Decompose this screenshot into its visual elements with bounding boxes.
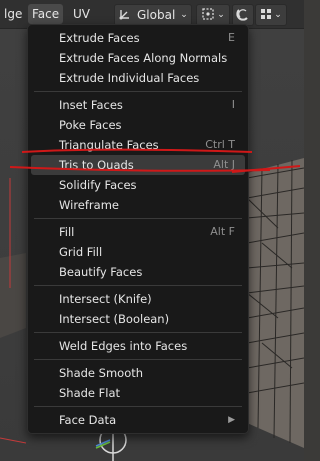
snap-toggle[interactable] (232, 4, 254, 26)
chevron-down-icon: ⌄ (217, 10, 225, 20)
axes-icon (118, 7, 132, 24)
menu-item-tris-to-quads[interactable]: Tris to Quads Alt J (31, 155, 245, 175)
menu-item-weld-edges-into-faces[interactable]: Weld Edges into Faces (31, 336, 245, 356)
menu-item-extrude-individual-faces[interactable]: Extrude Individual Faces (31, 68, 245, 88)
menu-item-label: Extrude Faces Along Normals (59, 51, 228, 65)
menu-item-shade-smooth[interactable]: Shade Smooth (31, 363, 245, 383)
menu-item-label: Shade Flat (59, 386, 121, 400)
menu-item-solidify-faces[interactable]: Solidify Faces (31, 175, 245, 195)
chevron-right-icon: ▶ (228, 415, 235, 425)
menu-item-label: Shade Smooth (59, 366, 144, 380)
menu-item-label: Grid Fill (59, 245, 103, 259)
menu-item-triangulate-faces[interactable]: Triangulate Faces Ctrl T (31, 135, 245, 155)
menu-item-label: Tris to Quads (59, 158, 134, 172)
grid-snap-icon (260, 8, 272, 23)
menu-item-label: Beautify Faces (59, 265, 143, 279)
menu-item-inset-faces[interactable]: Inset Faces I (31, 95, 245, 115)
menu-item-label: Fill (59, 225, 75, 239)
uv-menu[interactable]: UV (69, 4, 94, 24)
transform-orientation-dropdown[interactable]: Global ⌄ (114, 4, 192, 26)
menu-item-label: Intersect (Knife) (59, 292, 152, 306)
menu-item-intersect-knife[interactable]: Intersect (Knife) (31, 289, 245, 309)
menu-separator (34, 359, 242, 360)
menu-separator (34, 285, 242, 286)
menu-item-shortcut: Ctrl T (205, 138, 235, 151)
menu-item-fill[interactable]: Fill Alt F (31, 222, 245, 242)
menu-item-intersect-boolean[interactable]: Intersect (Boolean) (31, 309, 245, 329)
menu-item-face-data[interactable]: Face Data ▶ (31, 410, 245, 430)
menu-separator (34, 332, 242, 333)
menu-item-label: Face Data (59, 413, 117, 427)
menu-separator (34, 406, 242, 407)
chevron-down-icon: ⌄ (274, 10, 282, 20)
menu-item-label: Weld Edges into Faces (59, 339, 188, 353)
transform-orientation-value: Global (137, 8, 176, 22)
edge-menu[interactable]: lge (0, 4, 26, 24)
menu-item-wireframe[interactable]: Wireframe (31, 195, 245, 215)
menu-item-poke-faces[interactable]: Poke Faces (31, 115, 245, 135)
menu-item-label: Solidify Faces (59, 178, 137, 192)
pivot-point-icon (201, 7, 215, 24)
menu-separator (34, 218, 242, 219)
menu-item-beautify-faces[interactable]: Beautify Faces (31, 262, 245, 282)
menu-item-label: Inset Faces (59, 98, 123, 112)
menu-item-grid-fill[interactable]: Grid Fill (31, 242, 245, 262)
menu-item-shortcut: Alt J (213, 158, 235, 171)
menu-item-label: Extrude Individual Faces (59, 71, 200, 85)
face-menu[interactable]: Face (28, 4, 64, 24)
menu-item-shortcut: E (228, 31, 235, 44)
menu-item-label: Wireframe (59, 198, 119, 212)
chevron-down-icon: ⌄ (180, 10, 188, 20)
snap-target-dropdown[interactable]: ⌄ (255, 4, 287, 26)
menu-item-label: Intersect (Boolean) (59, 312, 170, 326)
menu-item-label: Extrude Faces (59, 31, 140, 45)
menu-item-label: Poke Faces (59, 118, 122, 132)
menu-item-extrude-faces[interactable]: Extrude Faces E (31, 28, 245, 48)
menu-item-shortcut: I (231, 98, 235, 111)
menu-item-shade-flat[interactable]: Shade Flat (31, 383, 245, 403)
magnet-snap-icon (236, 7, 250, 24)
pivot-point-dropdown[interactable]: ⌄ (196, 4, 230, 26)
menu-item-label: Triangulate Faces (59, 138, 159, 152)
menu-item-extrude-faces-along-normals[interactable]: Extrude Faces Along Normals (31, 48, 245, 68)
face-menu-dropdown: Extrude Faces E Extrude Faces Along Norm… (27, 24, 249, 434)
menu-separator (34, 91, 242, 92)
menu-item-shortcut: Alt F (210, 225, 235, 238)
